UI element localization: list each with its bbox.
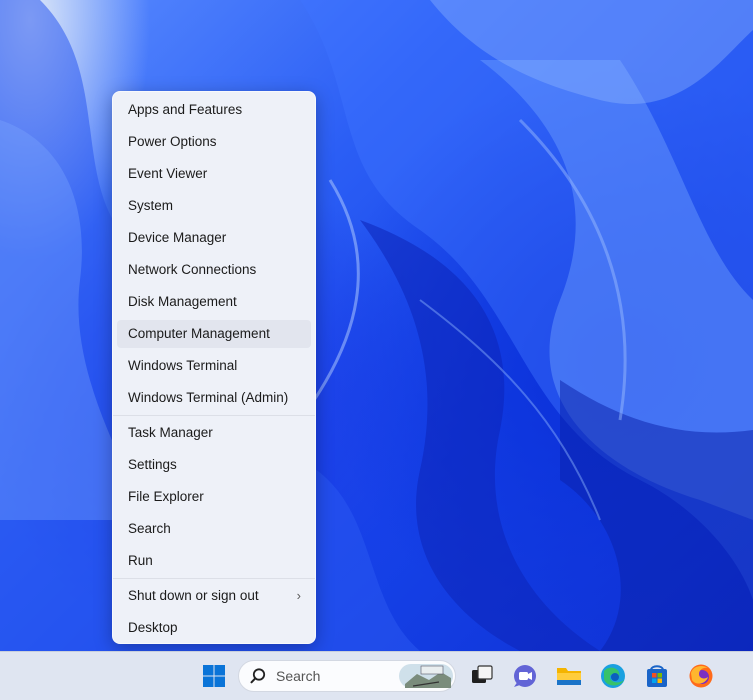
search-highlight-image <box>399 664 453 688</box>
menu-item-task-manager[interactable]: Task Manager <box>117 419 311 447</box>
menu-item-label: Shut down or sign out <box>128 588 259 603</box>
teams-chat-icon[interactable] <box>510 661 540 691</box>
taskbar: Search <box>0 651 753 700</box>
menu-item-network-connections[interactable]: Network Connections <box>117 256 311 284</box>
menu-item-apps-and-features[interactable]: Apps and Features <box>117 96 311 124</box>
file-explorer-icon[interactable] <box>554 661 584 691</box>
quick-link-context-menu: Apps and Features Power Options Event Vi… <box>112 91 316 644</box>
menu-item-device-manager[interactable]: Device Manager <box>117 224 311 252</box>
menu-item-disk-management[interactable]: Disk Management <box>117 288 311 316</box>
menu-item-windows-terminal[interactable]: Windows Terminal <box>117 352 311 380</box>
task-view-icon[interactable] <box>467 661 497 691</box>
menu-item-file-explorer[interactable]: File Explorer <box>117 483 311 511</box>
chevron-right-icon: › <box>296 588 301 603</box>
menu-item-computer-management[interactable]: Computer Management <box>117 320 311 348</box>
firefox-icon[interactable] <box>686 661 716 691</box>
menu-item-event-viewer[interactable]: Event Viewer <box>117 160 311 188</box>
menu-item-system[interactable]: System <box>117 192 311 220</box>
menu-item-windows-terminal-admin[interactable]: Windows Terminal (Admin) <box>117 384 311 412</box>
menu-item-settings[interactable]: Settings <box>117 451 311 479</box>
menu-item-desktop[interactable]: Desktop <box>117 614 311 642</box>
menu-item-run[interactable]: Run <box>117 547 311 575</box>
menu-separator <box>113 415 315 416</box>
store-icon[interactable] <box>642 661 672 691</box>
search-icon <box>249 667 267 690</box>
windows-start-icon[interactable] <box>199 661 229 691</box>
menu-item-shut-down-or-sign-out[interactable]: Shut down or sign out › <box>117 582 311 610</box>
menu-item-power-options[interactable]: Power Options <box>117 128 311 156</box>
search-label: Search <box>276 668 321 684</box>
menu-separator <box>113 578 315 579</box>
taskbar-search-box[interactable]: Search <box>238 660 456 692</box>
menu-item-search[interactable]: Search <box>117 515 311 543</box>
edge-icon[interactable] <box>598 661 628 691</box>
